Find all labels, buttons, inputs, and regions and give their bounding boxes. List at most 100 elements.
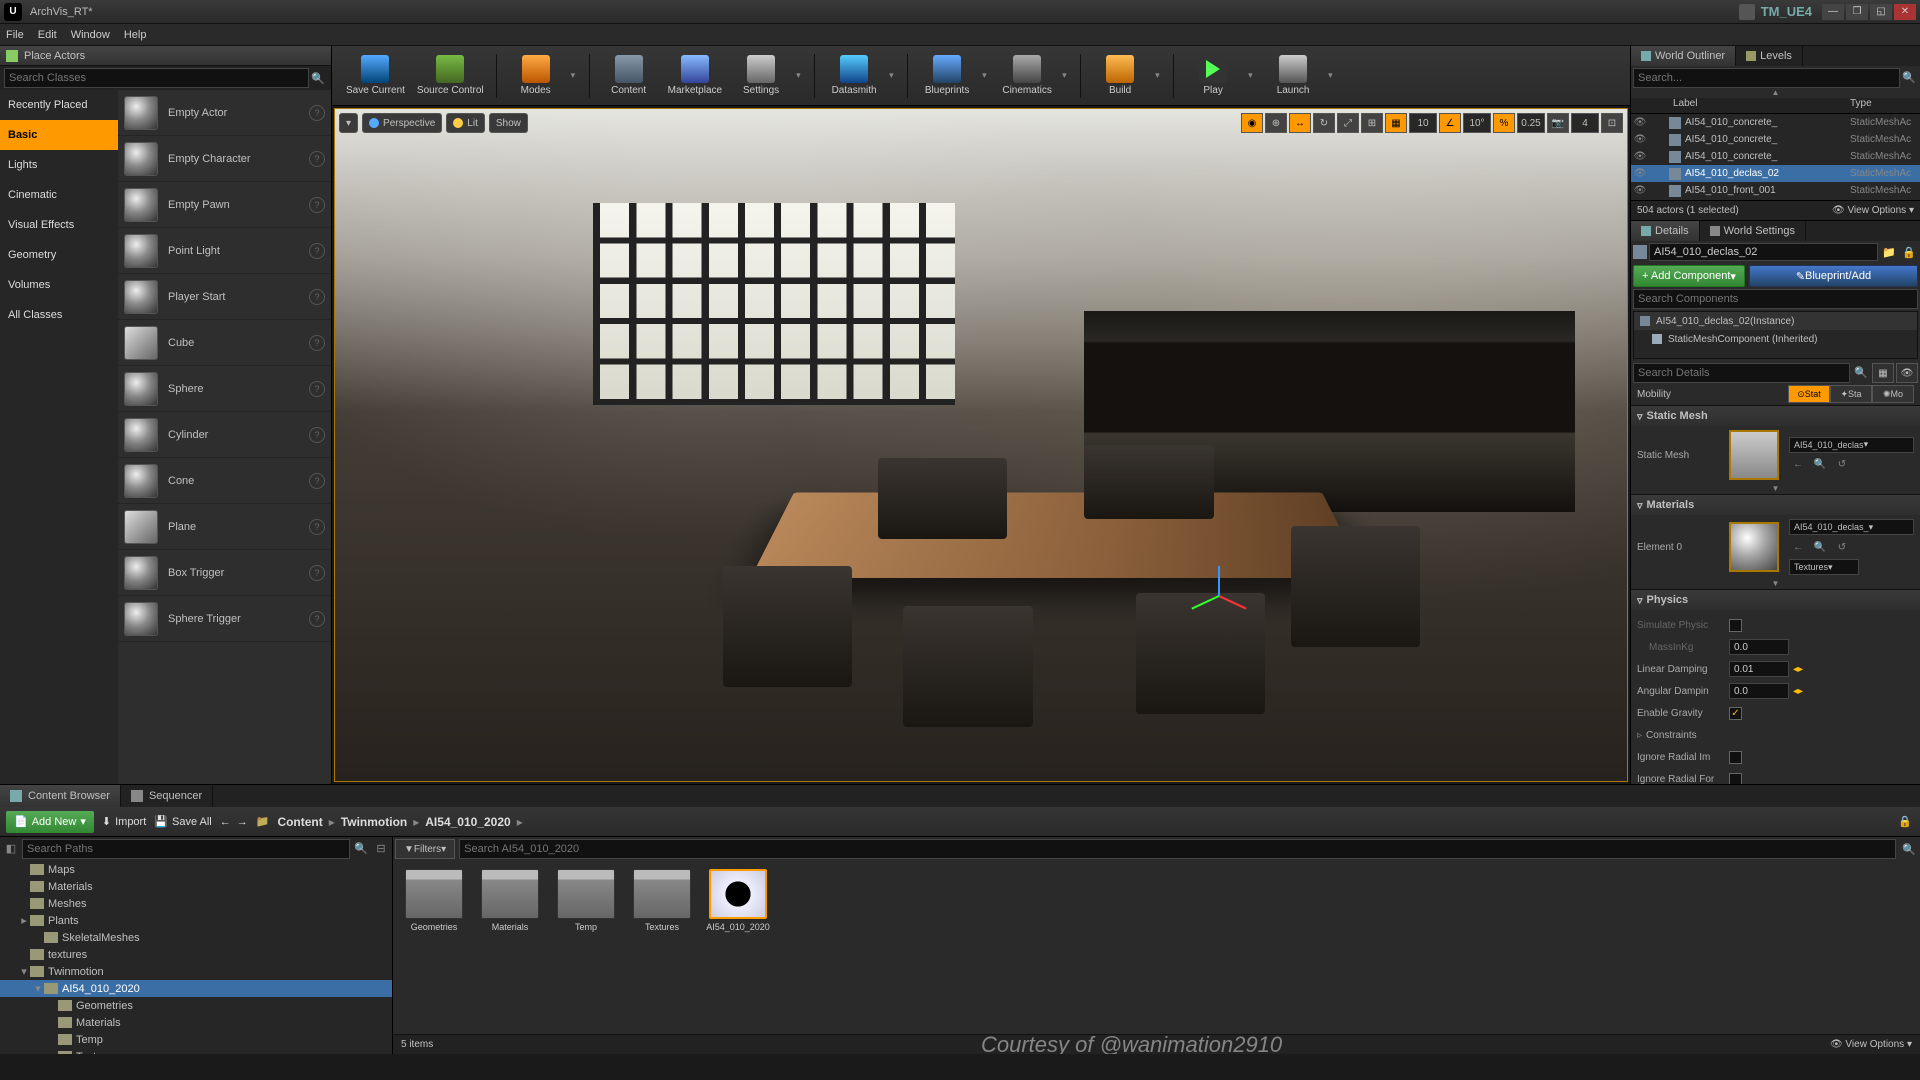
blueprint-add-button[interactable]: ✎ Blueprint/Add (1749, 265, 1918, 287)
sequencer-tab[interactable]: Sequencer (121, 785, 213, 807)
static-mesh-combo[interactable]: AI54_010_declas ▾ (1789, 437, 1914, 453)
use-selected-icon[interactable]: ← (1789, 456, 1807, 474)
close-button[interactable]: ✕ (1894, 4, 1916, 20)
mobility-movable[interactable]: ✺ Mo (1872, 385, 1914, 403)
toolbar-cinematics-button[interactable]: Cinematics (996, 49, 1058, 103)
linear-damping-field[interactable] (1729, 661, 1789, 677)
place-item-empty-character[interactable]: Empty Character? (118, 136, 331, 182)
maximize-button[interactable]: ❐ (1846, 4, 1868, 20)
physics-section[interactable]: ▿ Physics (1631, 590, 1920, 610)
transform-gizmo-icon[interactable] (1188, 566, 1248, 626)
viewport-camera-speed-button[interactable]: 📷 (1547, 113, 1569, 133)
tree-item-materials[interactable]: Materials (0, 878, 392, 895)
outliner-row[interactable]: 👁AI54_010_concrete_StaticMeshAc (1631, 114, 1920, 131)
mobility-stationary[interactable]: ✦ Sta (1830, 385, 1872, 403)
toolbar-dropdown[interactable]: ▾ (796, 70, 806, 81)
toolbar-marketplace-button[interactable]: Marketplace (664, 49, 726, 103)
place-item-empty-actor[interactable]: Empty Actor? (118, 90, 331, 136)
enable-gravity-checkbox[interactable] (1729, 707, 1742, 720)
import-button[interactable]: ⬇ Import (102, 815, 146, 828)
viewport-angle-snap-button[interactable]: ∠ (1439, 113, 1461, 133)
tree-item-geometries[interactable]: Geometries (0, 997, 392, 1014)
place-item-sphere[interactable]: Sphere? (118, 366, 331, 412)
place-category-volumes[interactable]: Volumes (0, 270, 118, 300)
angle-snap-value[interactable]: 10° (1463, 113, 1491, 133)
tree-item-twinmotion[interactable]: ▾Twinmotion (0, 963, 392, 980)
expand-icon[interactable]: ▾ (18, 965, 30, 978)
browse-icon[interactable]: 🔍 (1811, 538, 1829, 556)
expand-icon[interactable]: ▾ (32, 982, 44, 995)
place-item-player-start[interactable]: Player Start? (118, 274, 331, 320)
viewport-coord-button[interactable]: ⊞ (1361, 113, 1383, 133)
place-item-cube[interactable]: Cube? (118, 320, 331, 366)
materials-section[interactable]: ▿ Materials (1631, 495, 1920, 515)
toolbar-content-button[interactable]: Content (598, 49, 660, 103)
search-details[interactable] (1633, 363, 1850, 383)
menu-file[interactable]: File (6, 29, 24, 41)
toolbar-dropdown[interactable]: ▾ (982, 70, 992, 81)
viewport-show-button[interactable]: Show (489, 113, 528, 133)
place-item-sphere-trigger[interactable]: Sphere Trigger? (118, 596, 331, 642)
browse-icon[interactable]: 🔍 (1811, 456, 1829, 474)
help-icon[interactable]: ? (309, 335, 325, 351)
asset-temp[interactable]: Temp (553, 869, 619, 1026)
component-child[interactable]: StaticMeshComponent (Inherited) (1634, 330, 1917, 348)
breadcrumb-ai54_010_2020[interactable]: AI54_010_2020 (425, 815, 510, 829)
static-mesh-thumbnail[interactable] (1729, 430, 1779, 480)
help-icon[interactable]: ? (309, 473, 325, 489)
viewport-scale-snap-button[interactable]: % (1493, 113, 1515, 133)
eye-icon[interactable]: 👁 (1896, 363, 1918, 383)
scroll-up-icon[interactable]: ▲ (1631, 88, 1920, 98)
world-settings-tab[interactable]: World Settings (1700, 221, 1806, 241)
toolbar-source-control-button[interactable]: Source Control (413, 49, 488, 103)
tree-item-plants[interactable]: ▸Plants (0, 912, 392, 929)
lock-icon[interactable]: 🔒 (1896, 813, 1914, 831)
mobility-static[interactable]: ⊙ Stat (1788, 385, 1830, 403)
toolbar-blueprints-button[interactable]: Blueprints (916, 49, 978, 103)
visibility-icon[interactable]: 👁 (1633, 185, 1647, 196)
outliner-label-header[interactable]: Label (1673, 98, 1850, 113)
place-item-cylinder[interactable]: Cylinder? (118, 412, 331, 458)
help-icon[interactable]: ? (309, 381, 325, 397)
place-category-lights[interactable]: Lights (0, 150, 118, 180)
tree-item-textures[interactable]: Textures (0, 1048, 392, 1054)
menu-edit[interactable]: Edit (38, 29, 57, 41)
mass-field[interactable] (1729, 639, 1789, 655)
viewport-realtime-button[interactable]: ⊕ (1265, 113, 1287, 133)
asset-textures[interactable]: Textures (629, 869, 695, 1026)
outliner-row[interactable]: 👁AI54_010_declas_02StaticMeshAc (1631, 165, 1920, 182)
restore-button[interactable]: ◱ (1870, 4, 1892, 20)
help-icon[interactable]: ? (309, 565, 325, 581)
expand-arrow[interactable]: ▼ (1631, 484, 1920, 494)
add-component-button[interactable]: + Add Component ▾ (1633, 265, 1745, 287)
ignore-radial-impulse-checkbox[interactable] (1729, 751, 1742, 764)
angular-damping-field[interactable] (1729, 683, 1789, 699)
actor-name-field[interactable] (1649, 243, 1878, 261)
place-category-cinematic[interactable]: Cinematic (0, 180, 118, 210)
help-icon[interactable]: ? (309, 197, 325, 213)
viewport-translate-button[interactable]: ↔ (1289, 113, 1311, 133)
world-outliner-tab[interactable]: World Outliner (1631, 46, 1736, 66)
material-thumbnail[interactable] (1729, 522, 1779, 572)
visibility-icon[interactable]: 👁 (1633, 168, 1647, 179)
expand-arrow[interactable]: ▼ (1631, 579, 1920, 589)
content-browser-tab[interactable]: Content Browser (0, 785, 121, 807)
reset-icon[interactable]: ↺ (1833, 456, 1851, 474)
material-combo[interactable]: AI54_010_declas_ ▾ (1789, 519, 1914, 535)
asset-search[interactable] (459, 839, 1896, 859)
place-category-geometry[interactable]: Geometry (0, 240, 118, 270)
toolbar-datasmith-button[interactable]: Datasmith (823, 49, 885, 103)
place-category-recently-placed[interactable]: Recently Placed (0, 90, 118, 120)
toolbar-dropdown[interactable]: ▾ (1328, 70, 1338, 81)
toolbar-dropdown[interactable]: ▾ (1062, 70, 1072, 81)
menu-window[interactable]: Window (71, 29, 110, 41)
place-item-point-light[interactable]: Point Light? (118, 228, 331, 274)
use-selected-icon[interactable]: ← (1789, 538, 1807, 556)
outliner-row[interactable]: 👁AI54_010_concrete_StaticMeshAc (1631, 148, 1920, 165)
place-item-box-trigger[interactable]: Box Trigger? (118, 550, 331, 596)
visibility-icon[interactable]: 👁 (1633, 117, 1647, 128)
search-paths[interactable] (22, 839, 350, 859)
tree-item-maps[interactable]: Maps (0, 861, 392, 878)
viewport-game-button[interactable]: ◉ (1241, 113, 1263, 133)
browse-asset-icon[interactable]: 📁 (1880, 243, 1898, 261)
